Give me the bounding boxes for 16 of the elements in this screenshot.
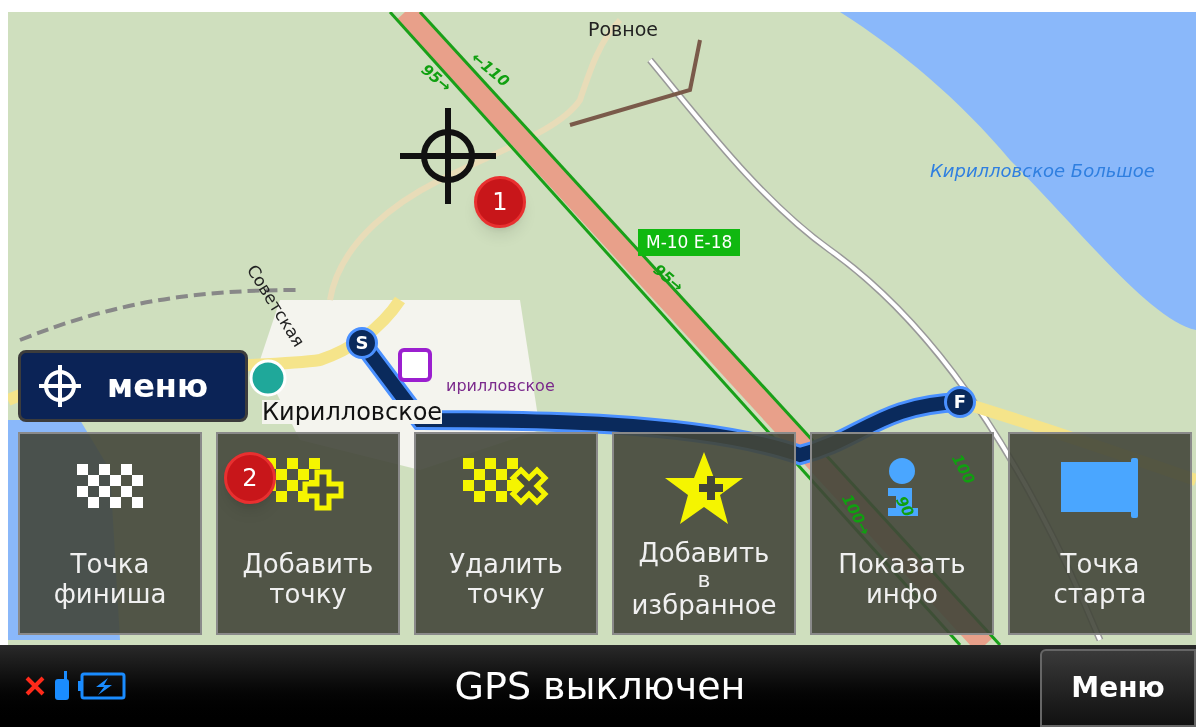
menu-button[interactable]: Меню xyxy=(1040,649,1196,727)
speed-limit-label: 95→ xyxy=(650,262,686,295)
action-button[interactable]: Удалить точку xyxy=(414,432,598,635)
map-label: Ровное xyxy=(588,20,659,39)
action-button[interactable]: Добавить в избранное xyxy=(612,432,796,635)
speed-limit-label: 90 xyxy=(892,494,916,520)
map-menu-button[interactable]: меню xyxy=(18,350,248,422)
road-number-sign: M-10 E-18 xyxy=(638,229,741,256)
gps-status-text: GPS выключен xyxy=(453,667,747,705)
speed-limit-label: 100 xyxy=(948,452,977,487)
speed-limit-label: 95→ xyxy=(418,62,454,95)
action-button[interactable]: Точка финиша xyxy=(18,432,202,635)
map-label: ирилловское xyxy=(446,378,555,394)
map-label: Кирилловское Большое xyxy=(930,162,1155,180)
action-button[interactable]: Точка старта xyxy=(1008,432,1192,635)
map-label: Кирилловское xyxy=(262,400,443,424)
